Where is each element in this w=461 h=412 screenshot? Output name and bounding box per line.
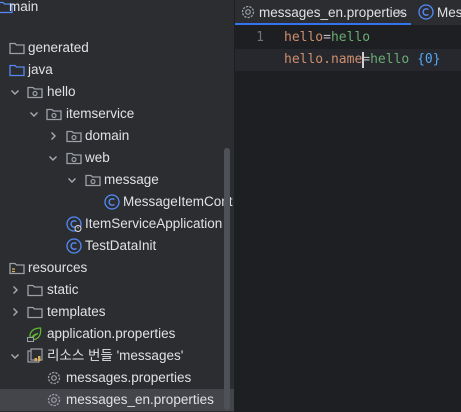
tab-label: messages_en.properties [259,5,407,20]
chevron-down-icon[interactable] [9,86,21,98]
gear-icon [239,3,257,21]
tree-item-label: static [47,282,79,297]
tab-messages-en-properties[interactable]: messages_en.properties × [235,0,411,25]
tree-item-label: ItemServiceApplication [85,216,223,231]
folder-icon [8,39,26,57]
tree-item-static[interactable]: static [0,279,234,301]
chevron-right-icon[interactable] [47,130,59,142]
code-text: hello=hello [284,27,370,49]
editor-tab-bar: messages_en.properties × Mes [235,0,461,26]
tree-item-label: hello [47,84,76,99]
tree-item-java[interactable]: java [0,59,234,81]
chevron-right-icon[interactable] [9,306,21,318]
package-icon [65,127,83,145]
code-line-2[interactable]: hello.name=hello {0} [235,49,461,71]
code-line-1[interactable]: hello=hello [235,27,461,49]
text-caret [362,52,364,68]
gear-icon [45,369,63,387]
tree-item-label: java [28,62,53,77]
property-key: hello.name [284,52,363,67]
resource-bundle-icon [26,347,44,365]
tree-item-label: itemservice [66,106,135,121]
tree-item-label: domain [85,128,130,143]
tree-item-label: message [104,172,159,187]
tree-item-main[interactable]: main [0,0,234,18]
tree-item-label: web [85,150,110,165]
project-tree: main generated java hello itemservice do… [0,0,234,412]
tree-item-label: application.properties [47,326,176,341]
gear-icon [45,391,63,409]
tree-item-message[interactable]: message [0,169,234,191]
tree-item-messages-properties[interactable]: messages.properties [0,367,234,389]
class-icon [417,3,435,21]
folder-icon [26,281,44,299]
tree-item-hello[interactable]: hello [0,81,234,103]
property-placeholder: {0} [417,52,441,67]
package-icon [84,171,102,189]
tree-item-resource-bundle[interactable]: 리소스 번들 'messages' [0,345,234,367]
editor-panel: messages_en.properties × Mes 1 2 hello=h… [235,0,461,412]
tree-item-label: generated [28,40,89,55]
tree-item-message-item-controller[interactable]: MessageItemCont [0,191,234,213]
tree-item-label: messages.properties [66,370,192,385]
tree-item-label: TestDataInit [85,238,157,253]
class-icon [65,237,83,255]
property-key: hello [284,30,324,45]
tree-item-application-properties[interactable]: application.properties [0,323,234,345]
tree-item-label: templates [47,304,106,319]
chevron-down-icon[interactable] [28,108,40,120]
tree-item-messages-en-properties[interactable]: messages_en.properties [0,389,234,411]
tree-item-resources[interactable]: resources [0,257,234,279]
property-value: hello [330,30,371,45]
tab-messages[interactable]: Mes [415,0,461,25]
chevron-down-icon[interactable] [9,350,21,362]
resources-folder-icon [8,259,26,277]
chevron-down-icon[interactable] [66,174,78,186]
tree-item-itemservice[interactable]: itemservice [0,103,234,125]
folder-icon [26,303,44,321]
tree-item-label: messages_en.properties [66,392,214,407]
tree-item-web[interactable]: web [0,147,234,169]
package-icon [65,149,83,167]
tree-item-item-service-application[interactable]: ItemServiceApplication [0,213,234,235]
property-value: hello [370,52,418,67]
tree-item-label: resources [28,260,88,275]
tree-item-label: MessageItemCont [123,194,233,209]
close-icon[interactable]: × [397,4,405,22]
tree-item-label: main [9,0,39,14]
chevron-down-icon[interactable] [47,152,59,164]
tree-item-label: 리소스 번들 'messages' [47,348,184,363]
tree-scrollbar[interactable] [224,148,230,410]
tree-item-domain[interactable]: domain [0,125,234,147]
tree-item-test-data-init[interactable]: TestDataInit [0,235,234,257]
spring-boot-class-icon [65,215,83,233]
package-icon [26,83,44,101]
source-folder-icon [8,61,26,79]
package-icon [45,105,63,123]
tree-item-generated[interactable]: generated [0,37,234,59]
chevron-right-icon[interactable] [9,284,21,296]
property-separator: = [323,30,331,45]
tree-item-templates[interactable]: templates [0,301,234,323]
spring-properties-icon [26,325,44,343]
tab-label: Mes [437,5,461,20]
class-icon [103,193,121,211]
